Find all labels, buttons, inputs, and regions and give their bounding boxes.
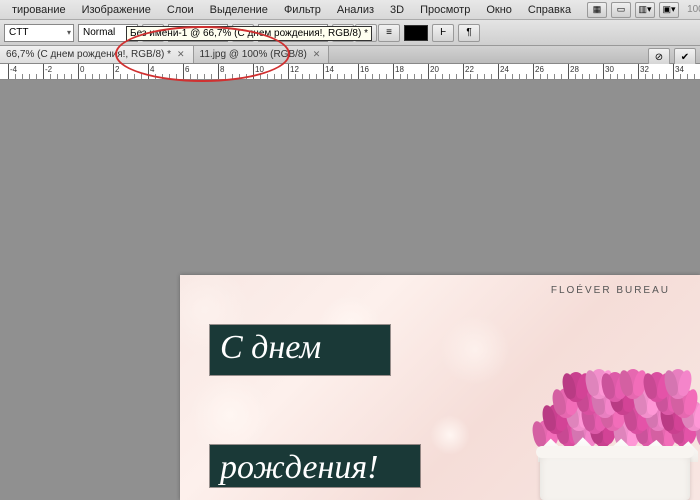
view-extras-icon[interactable]: ▭: [611, 2, 631, 18]
align-right-icon[interactable]: ≡: [378, 24, 400, 42]
menu-filter[interactable]: Фильтр: [276, 2, 329, 18]
horizontal-ruler[interactable]: -4-20246810121416182022242628303234: [0, 64, 700, 80]
bokeh-circle: [190, 375, 270, 455]
tulip-icon: [668, 369, 688, 399]
text-layer-line2[interactable]: рождения!: [210, 445, 420, 487]
menu-bar: тирование Изображение Слои Выделение Фил…: [0, 0, 700, 20]
canvas-workspace[interactable]: FLOÉVER BUREAU С днем рождения!: [0, 80, 700, 500]
bokeh-circle: [430, 415, 470, 455]
menu-3d[interactable]: 3D: [382, 2, 412, 18]
brand-text: FLOÉVER BUREAU: [551, 285, 670, 296]
menu-help[interactable]: Справка: [520, 2, 579, 18]
screen-mode-icon[interactable]: ▣▾: [659, 2, 679, 18]
menu-layers[interactable]: Слои: [159, 2, 202, 18]
menu-window[interactable]: Окно: [478, 2, 520, 18]
close-icon[interactable]: ✕: [175, 49, 187, 60]
document-tab[interactable]: 66,7% (С днем рождения!, RGB/8) * ✕: [0, 46, 194, 63]
bokeh-circle: [440, 315, 510, 385]
document-tab[interactable]: 11.jpg @ 100% (RGB/8) ✕: [194, 46, 330, 63]
close-icon[interactable]: ✕: [311, 49, 323, 60]
arrange-docs-icon[interactable]: ▥▾: [635, 2, 655, 18]
menu-view[interactable]: Просмотр: [412, 2, 478, 18]
flower-box-graphic: [510, 375, 700, 500]
tulip-icon: [623, 369, 643, 399]
menu-edit[interactable]: тирование: [4, 2, 74, 18]
document-tooltip: Без имени-1 @ 66,7% (С днем рождения!, R…: [126, 26, 372, 41]
launch-bridge-icon[interactable]: ▦: [587, 2, 607, 18]
document-canvas[interactable]: FLOÉVER BUREAU С днем рождения!: [180, 275, 700, 500]
document-tab-bar: 66,7% (С днем рождения!, RGB/8) * ✕ 11.j…: [0, 46, 700, 64]
menu-analysis[interactable]: Анализ: [329, 2, 382, 18]
document-tab-label: 66,7% (С днем рождения!, RGB/8) *: [6, 49, 171, 60]
tulip-icon: [566, 372, 586, 402]
font-family-combo[interactable]: CTT: [4, 24, 74, 42]
char-panel-icon[interactable]: ¶: [458, 24, 480, 42]
text-color-swatch[interactable]: [404, 25, 428, 41]
text-layer-line1[interactable]: С днем: [210, 325, 390, 375]
document-tab-label: 11.jpg @ 100% (RGB/8): [200, 49, 307, 60]
menu-select[interactable]: Выделение: [202, 2, 276, 18]
zoom-level[interactable]: 100%: [683, 4, 700, 15]
hat-box: [540, 450, 690, 500]
warp-text-icon[interactable]: Ⱶ: [432, 24, 454, 42]
menu-image[interactable]: Изображение: [74, 2, 159, 18]
